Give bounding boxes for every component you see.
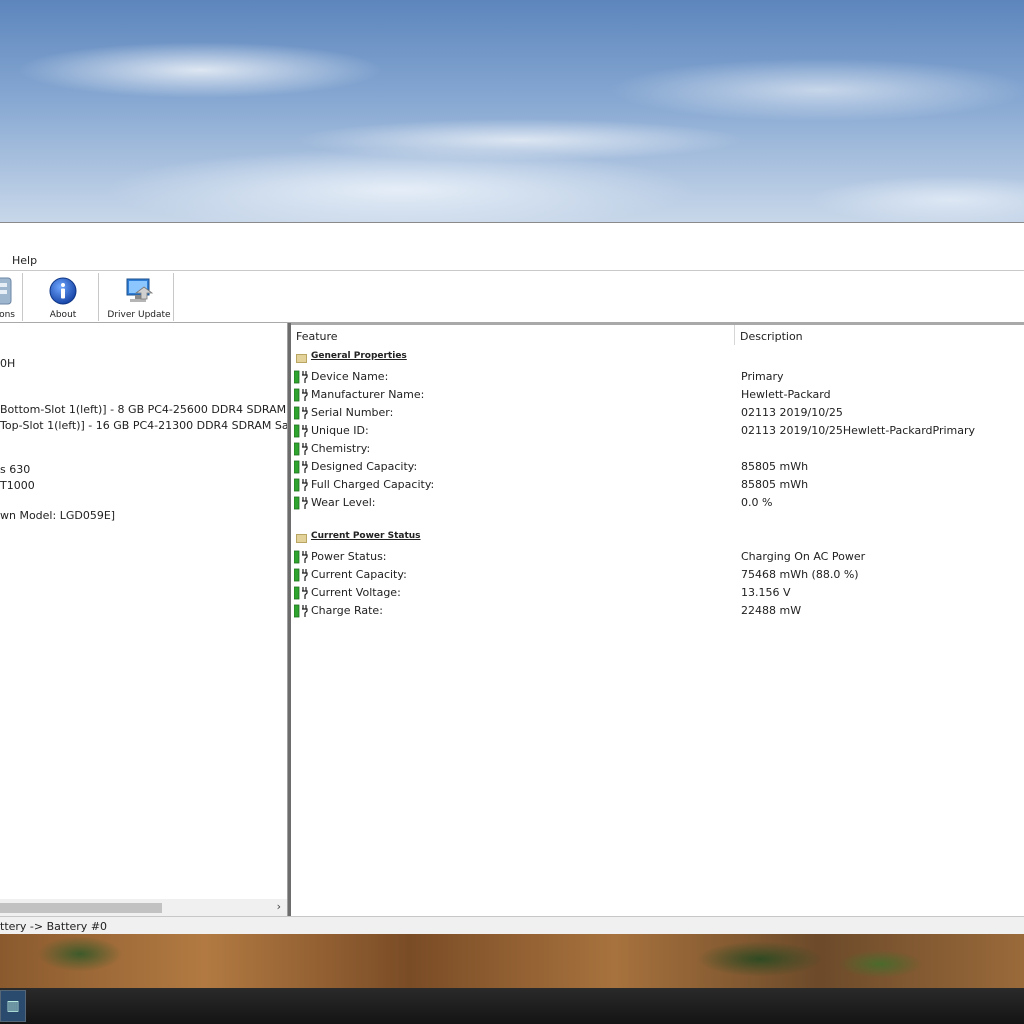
feature-row[interactable]: Current Capacity: 75468 mWh (88.0 %) <box>293 567 1014 585</box>
group-icon <box>296 534 307 543</box>
battery-plug-icon <box>293 406 310 420</box>
feature-value: 22488 mW <box>741 604 802 617</box>
tree-item[interactable]: Top-Slot 1(left)] - 16 GB PC4-21300 DDR4… <box>0 419 287 432</box>
feature-name: Serial Number: <box>311 406 394 419</box>
device-tree-pane[interactable]: 0H Bottom-Slot 1(left)] - 8 GB PC4-25600… <box>0 323 288 916</box>
battery-plug-icon <box>293 568 310 582</box>
group-title: General Properties <box>311 351 407 361</box>
battery-plug-icon <box>293 550 310 564</box>
toolbar-separator <box>22 273 23 321</box>
about-button[interactable]: About <box>38 273 88 321</box>
feature-value: Charging On AC Power <box>741 550 866 563</box>
info-icon <box>49 277 77 305</box>
battery-plug-icon <box>293 604 310 618</box>
battery-plug-icon <box>293 586 310 600</box>
options-icon <box>0 277 12 305</box>
about-button-label: About <box>49 310 77 320</box>
feature-name: Device Name: <box>311 370 389 383</box>
taskbar-app-icon[interactable]: ▥ <box>0 990 26 1022</box>
feature-value: 85805 mWh <box>741 478 809 491</box>
feature-row[interactable]: Current Voltage: 13.156 V <box>293 585 1014 603</box>
driver-update-button[interactable]: Driver Update <box>104 273 174 321</box>
feature-row[interactable]: Chemistry: <box>293 441 1014 459</box>
battery-plug-icon <box>293 424 310 438</box>
feature-row[interactable]: Charge Rate: 22488 mW <box>293 603 1014 621</box>
desktop-wallpaper-sky <box>0 0 1024 224</box>
column-divider[interactable] <box>734 325 735 345</box>
scrollbar-thumb[interactable] <box>0 903 162 913</box>
battery-plug-icon <box>293 496 310 510</box>
tree-item[interactable]: wn Model: LGD059E] <box>0 509 115 522</box>
horizontal-scrollbar[interactable]: › <box>0 899 287 916</box>
app-window: Help ions About <box>0 222 1024 936</box>
feature-name: Power Status: <box>311 550 387 563</box>
feature-value: 02113 2019/10/25Hewlett-PackardPrimary <box>741 424 976 437</box>
feature-value: 02113 2019/10/25 <box>741 406 843 419</box>
column-header-description[interactable]: Description <box>740 330 803 343</box>
group-title: Current Power Status <box>311 531 421 541</box>
toolbar-separator <box>173 273 174 321</box>
options-button-label: ions <box>0 310 15 320</box>
feature-value: Primary <box>741 370 784 383</box>
battery-plug-icon <box>293 478 310 492</box>
feature-row[interactable]: Device Name: Primary <box>293 369 1014 387</box>
feature-name: Charge Rate: <box>311 604 383 617</box>
feature-row[interactable]: Designed Capacity: 85805 mWh <box>293 459 1014 477</box>
feature-name: Wear Level: <box>311 496 376 509</box>
feature-row[interactable]: Manufacturer Name: Hewlett-Packard <box>293 387 1014 405</box>
toolbar: ions About <box>0 271 1024 323</box>
feature-value: 0.0 % <box>741 496 773 509</box>
group-icon <box>296 354 307 363</box>
scroll-right-arrow-icon[interactable]: › <box>277 900 281 913</box>
feature-name: Full Charged Capacity: <box>311 478 435 491</box>
status-path: ttery -> Battery #0 <box>0 920 108 933</box>
feature-row[interactable]: Power Status: Charging On AC Power <box>293 549 1014 567</box>
feature-name: Current Capacity: <box>311 568 407 581</box>
tree-item[interactable]: T1000 <box>0 479 35 492</box>
battery-plug-icon <box>293 442 310 456</box>
desktop-wallpaper-landscape <box>0 934 1024 988</box>
tree-item[interactable]: s 630 <box>0 463 30 476</box>
battery-plug-icon <box>293 388 310 402</box>
feature-value: 13.156 V <box>741 586 791 599</box>
driver-update-button-label: Driver Update <box>107 310 171 320</box>
feature-name: Unique ID: <box>311 424 369 437</box>
toolbar-separator <box>98 273 99 321</box>
options-button[interactable]: ions <box>0 273 16 321</box>
feature-value: 75468 mWh (88.0 %) <box>741 568 859 581</box>
column-header-feature[interactable]: Feature <box>296 330 338 343</box>
feature-name: Current Voltage: <box>311 586 401 599</box>
feature-name: Manufacturer Name: <box>311 388 425 401</box>
driver-update-icon <box>124 277 154 305</box>
battery-plug-icon <box>293 460 310 474</box>
feature-value: Hewlett-Packard <box>741 388 831 401</box>
feature-name: Chemistry: <box>311 442 371 455</box>
feature-row[interactable]: Wear Level: 0.0 % <box>293 495 1014 513</box>
feature-value: 85805 mWh <box>741 460 809 473</box>
tree-item[interactable]: Bottom-Slot 1(left)] - 8 GB PC4-25600 DD… <box>0 403 287 416</box>
feature-row[interactable]: Full Charged Capacity: 85805 mWh <box>293 477 1014 495</box>
battery-plug-icon <box>293 370 310 384</box>
taskbar: ▥ <box>0 988 1024 1024</box>
feature-row[interactable]: Unique ID: 02113 2019/10/25Hewlett-Packar… <box>293 423 1014 441</box>
feature-row[interactable]: Serial Number: 02113 2019/10/25 <box>293 405 1014 423</box>
feature-list-pane: Feature Description General Properties De… <box>291 323 1024 916</box>
status-bar: ttery -> Battery #0 <box>0 916 1024 936</box>
menu-bar: Help <box>0 251 1024 271</box>
feature-name: Designed Capacity: <box>311 460 418 473</box>
menu-help[interactable]: Help <box>12 254 37 267</box>
tree-item[interactable]: 0H <box>0 357 15 370</box>
